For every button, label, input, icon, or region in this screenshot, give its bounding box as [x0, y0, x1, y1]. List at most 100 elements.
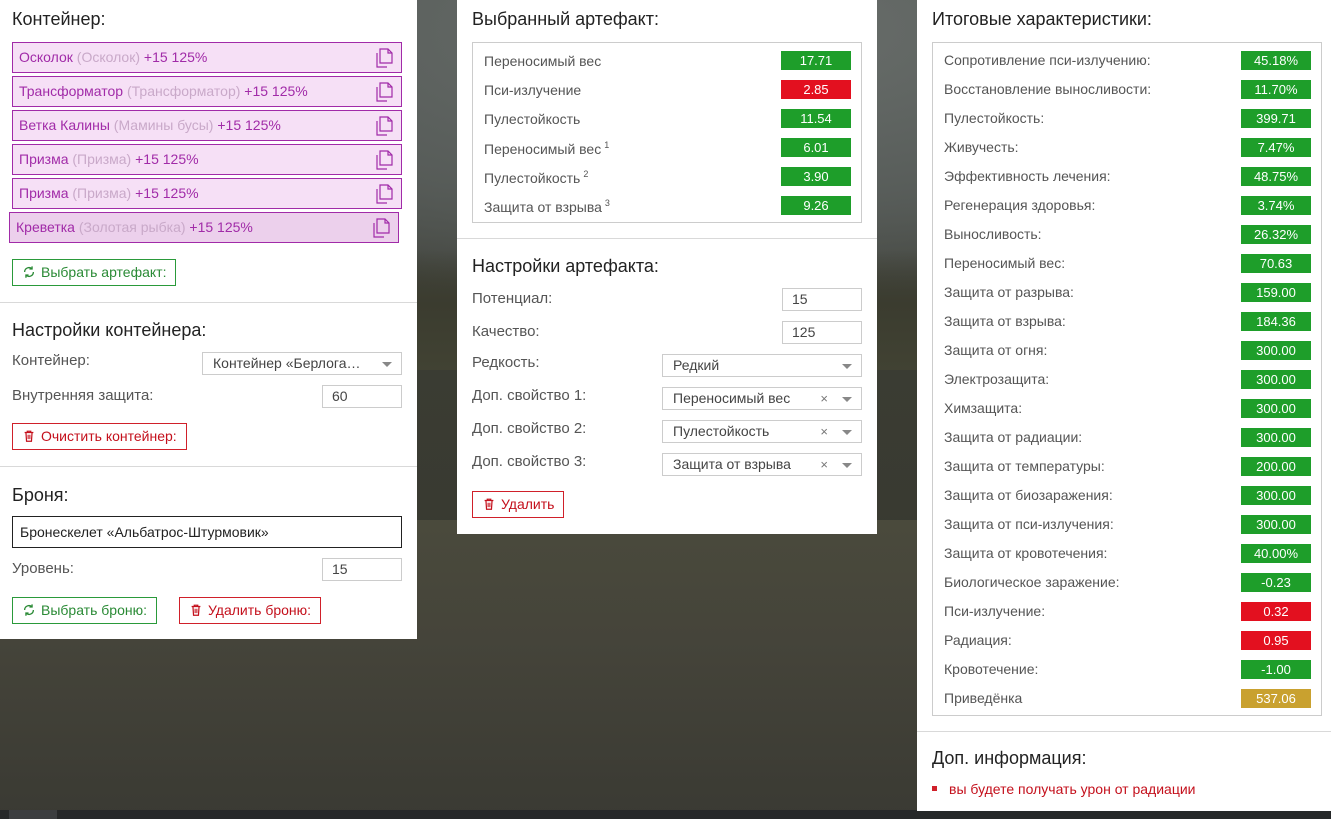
extra2-select-value: Пулестойкость [673, 423, 770, 439]
stat-name: Защита от взрыва 3 [484, 198, 610, 215]
stat-name: Защита от биозаражения: [944, 487, 1113, 503]
rarity-select[interactable]: Редкий [662, 354, 862, 377]
copy-icon[interactable] [375, 116, 393, 136]
stat-value: -0.23 [1241, 573, 1311, 592]
bottom-bar-tab[interactable] [9, 810, 57, 819]
inner-protection-input[interactable]: 60 [322, 385, 402, 408]
total-stat-row: Электрозащита: 300.00 [933, 365, 1321, 394]
selected-artifact-title: Выбранный артефакт: [472, 9, 659, 29]
stat-value: 70.63 [1241, 254, 1311, 273]
stat-name: Переносимый вес: [944, 255, 1066, 271]
artifact-bonus: +15 125% [135, 185, 199, 201]
artifact-name: Трансформатор [19, 83, 124, 99]
armor-name-field[interactable]: Бронескелет «Альбатрос-Штурмовик» [12, 516, 402, 548]
artifact-item[interactable]: Ветка Калины (Мамины бусы) +15 125% [12, 110, 402, 141]
chevron-down-icon [842, 397, 852, 402]
artifact-subname: (Осколок) [76, 49, 140, 65]
copy-icon[interactable] [375, 82, 393, 102]
artifact-list: Осколок (Осколок) +15 125% Трансформатор … [9, 42, 402, 246]
total-stat-row: Восстановление выносливости: 11.70% [933, 75, 1321, 104]
stat-name: Пулестойкость [484, 111, 581, 127]
chevron-down-icon [842, 430, 852, 435]
stat-value: 537.06 [1241, 689, 1311, 708]
total-stat-row: Радиация: 0.95 [933, 626, 1321, 655]
artifact-name: Призма [19, 185, 69, 201]
artifact-stat-row: Пулестойкость 2 3.90 [473, 163, 861, 192]
stat-name: Радиация: [944, 632, 1012, 648]
bottom-bar [0, 810, 1331, 819]
clear-icon[interactable]: × [820, 421, 828, 442]
stat-value: 399.71 [1241, 109, 1311, 128]
clear-container-button[interactable]: Очистить контейнер: [12, 423, 187, 450]
stat-value: 26.32% [1241, 225, 1311, 244]
total-stat-row: Защита от взрыва: 184.36 [933, 307, 1321, 336]
extra2-label: Доп. свойство 2: [472, 420, 587, 437]
stat-value: 300.00 [1241, 399, 1311, 418]
total-stat-row: Химзащита: 300.00 [933, 394, 1321, 423]
artifact-bonus: +15 125% [135, 151, 199, 167]
trash-icon [191, 604, 201, 616]
stat-value: 3.74% [1241, 196, 1311, 215]
stat-value: 17.71 [781, 51, 851, 70]
artifact-item[interactable]: Призма (Призма) +15 125% [12, 178, 402, 209]
stat-value: 0.32 [1241, 602, 1311, 621]
stat-value: 9.26 [781, 196, 851, 215]
stat-name: Защита от взрыва: [944, 313, 1066, 329]
extra-info-item: вы будете получать урон от радиации [932, 781, 1195, 797]
stat-value: 7.47% [1241, 138, 1311, 157]
divider [0, 302, 417, 303]
container-panel: Контейнер: Осколок (Осколок) +15 125% Тра… [0, 0, 417, 639]
chevron-down-icon [842, 463, 852, 468]
rarity-label: Редкость: [472, 354, 540, 371]
stat-name: Пси-излучение: [944, 603, 1046, 619]
artifact-subname: (Золотая рыбка) [78, 219, 186, 235]
stat-value: 300.00 [1241, 370, 1311, 389]
extra2-select[interactable]: Пулестойкость × [662, 420, 862, 443]
container-select[interactable]: Контейнер «Берлога… [202, 352, 402, 375]
extra1-select[interactable]: Переносимый вес × [662, 387, 862, 410]
artifact-subname: (Мамины бусы) [113, 117, 214, 133]
artifact-item[interactable]: Призма (Призма) +15 125% [12, 144, 402, 175]
clear-icon[interactable]: × [820, 388, 828, 409]
copy-icon[interactable] [375, 150, 393, 170]
artifact-item[interactable]: Трансформатор (Трансформатор) +15 125% [12, 76, 402, 107]
potential-input[interactable]: 15 [782, 288, 862, 311]
container-select-value: Контейнер «Берлога… [213, 355, 361, 371]
select-armor-button[interactable]: Выбрать броню: [12, 597, 157, 624]
stat-value: 0.95 [1241, 631, 1311, 650]
copy-icon[interactable] [375, 48, 393, 68]
total-stats-panel: Итоговые характеристики: Сопротивление п… [917, 0, 1331, 811]
stat-name: Биологическое заражение: [944, 574, 1120, 590]
stat-value: 159.00 [1241, 283, 1311, 302]
quality-input[interactable]: 125 [782, 321, 862, 344]
armor-level-input[interactable]: 15 [322, 558, 402, 581]
artifact-item[interactable]: Осколок (Осколок) +15 125% [12, 42, 402, 73]
total-stat-row: Защита от разрыва: 159.00 [933, 278, 1321, 307]
stat-value: -1.00 [1241, 660, 1311, 679]
extra3-select[interactable]: Защита от взрыва × [662, 453, 862, 476]
clear-icon[interactable]: × [820, 454, 828, 475]
rarity-select-value: Редкий [673, 357, 720, 373]
artifact-stats-box: Переносимый вес 17.71 Пси-излучение 2.85 Пул… [472, 42, 862, 223]
delete-artifact-button[interactable]: Удалить [472, 491, 565, 518]
stat-footnote: 1 [604, 140, 610, 150]
stat-value: 45.18% [1241, 51, 1311, 70]
total-stats-box: Сопротивление пси-излучению: 45.18% Восста… [932, 42, 1322, 716]
extra3-select-value: Защита от взрыва [673, 456, 791, 472]
total-stat-row: Эффективность лечения: 48.75% [933, 162, 1321, 191]
total-stat-row: Живучесть: 7.47% [933, 133, 1321, 162]
copy-icon[interactable] [372, 218, 390, 238]
artifact-settings-title: Настройки артефакта: [472, 256, 659, 276]
stat-footnote: 3 [604, 198, 610, 208]
artifact-item[interactable]: Креветка (Золотая рыбка) +15 125% [9, 212, 399, 243]
bullet-icon [932, 786, 937, 791]
copy-icon[interactable] [375, 184, 393, 204]
stat-value: 300.00 [1241, 486, 1311, 505]
artifact-stat-row: Пси-излучение 2.85 [473, 76, 861, 105]
total-stat-row: Приведёнка 537.06 [933, 684, 1321, 713]
select-artifact-button[interactable]: Выбрать артефакт: [12, 259, 177, 286]
refresh-icon [23, 604, 35, 616]
delete-armor-button[interactable]: Удалить броню: [179, 597, 322, 624]
stat-value: 40.00% [1241, 544, 1311, 563]
artifact-subname: (Призма) [72, 185, 132, 201]
